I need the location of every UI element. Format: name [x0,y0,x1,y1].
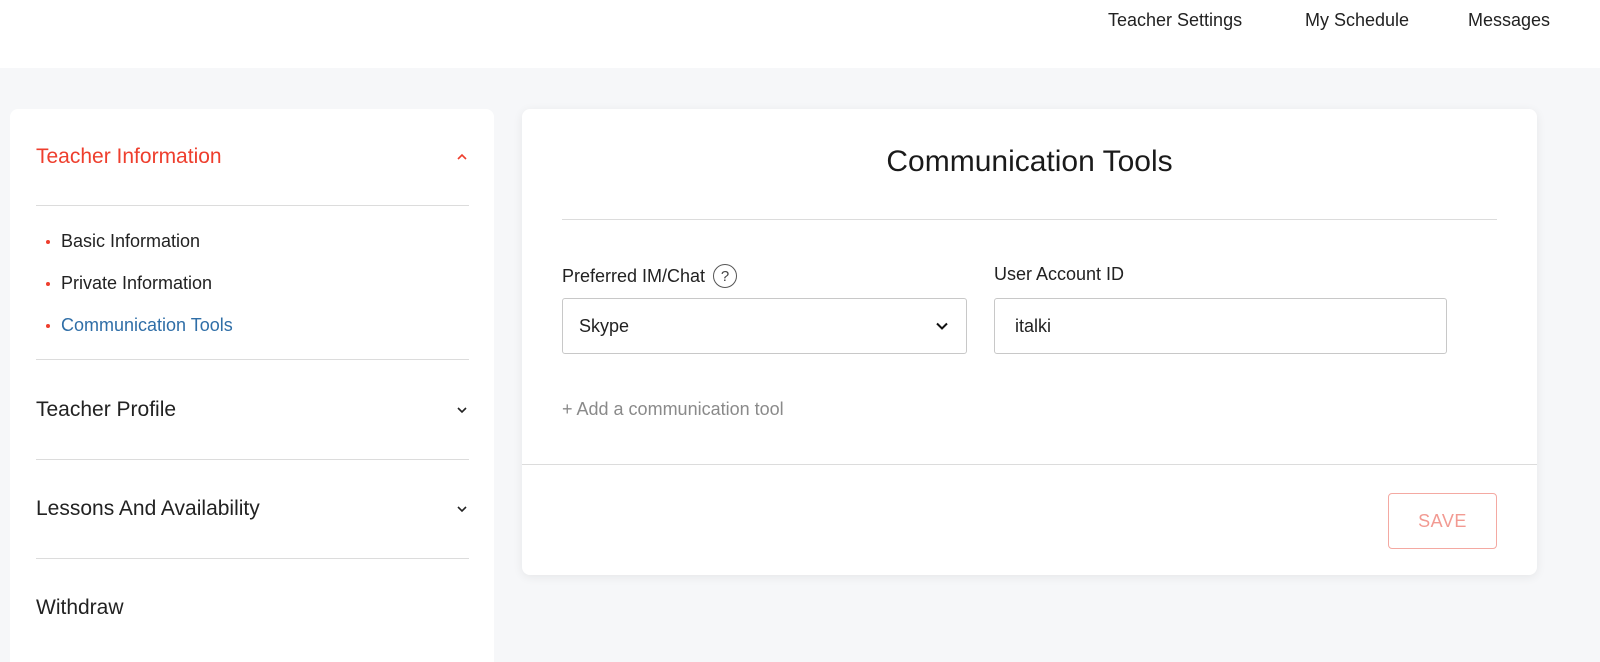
top-nav-bar: Teacher Settings My Schedule Messages [0,0,1600,68]
title-divider [562,219,1497,220]
sidebar-section-withdraw[interactable]: Withdraw [36,588,469,628]
communication-tools-card: Communication Tools Preferred IM/Chat ? … [522,109,1537,575]
chevron-down-icon [457,407,467,414]
page-title: Communication Tools [886,145,1173,178]
user-account-id-label-text: User Account ID [994,264,1125,284]
sidebar-item-label: Communication Tools [61,315,233,335]
nav-teacher-settings[interactable]: Teacher Settings [1108,10,1242,31]
preferred-im-label-text: Preferred IM/Chat [562,265,706,286]
sidebar-section-title: Teacher Information [36,145,222,168]
chevron-up-icon [457,153,467,160]
sidebar-section-title: Withdraw [36,596,124,619]
chevron-down-icon [936,322,948,330]
footer-divider [522,464,1537,465]
bullet-dot-icon [46,323,50,328]
chevron-down-icon [457,506,467,513]
user-account-id-input[interactable] [994,298,1447,354]
sidebar-section-title: Teacher Profile [36,398,177,421]
save-button[interactable]: SAVE [1388,493,1497,549]
settings-sidebar: Teacher Information Basic Information Pr… [10,109,494,662]
sidebar-divider [36,558,469,559]
nav-my-schedule[interactable]: My Schedule [1305,10,1409,31]
bullet-dot-icon [46,281,50,286]
sidebar-item-private-information[interactable]: Private Information [46,273,212,294]
nav-messages[interactable]: Messages [1468,10,1550,31]
sidebar-section-teacher-profile[interactable]: Teacher Profile [36,390,469,430]
sidebar-section-lessons-availability[interactable]: Lessons And Availability [36,489,469,529]
preferred-im-select[interactable]: Skype [562,298,967,354]
sidebar-divider [36,359,469,360]
sidebar-item-basic-information[interactable]: Basic Information [46,231,200,252]
sidebar-section-title: Lessons And Availability [36,497,260,520]
sidebar-item-label: Basic Information [61,231,201,251]
sidebar-item-label: Private Information [61,273,213,293]
sidebar-section-teacher-information[interactable]: Teacher Information [36,137,469,177]
user-account-id-label: User Account ID [994,264,1124,285]
preferred-im-label: Preferred IM/Chat ? [562,264,738,288]
sidebar-divider [36,205,469,206]
add-communication-tool-link[interactable]: + Add a communication tool [562,399,784,420]
sidebar-item-communication-tools[interactable]: Communication Tools [46,315,233,336]
sidebar-divider [36,459,469,460]
preferred-im-value: Skype [579,315,630,336]
bullet-dot-icon [46,239,50,244]
help-icon[interactable]: ? [713,264,738,288]
